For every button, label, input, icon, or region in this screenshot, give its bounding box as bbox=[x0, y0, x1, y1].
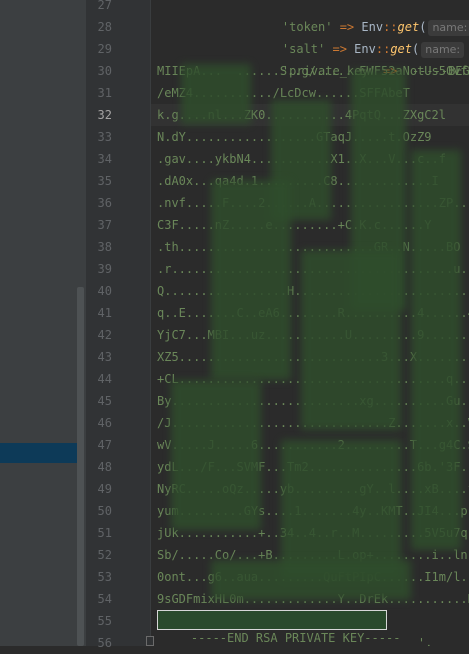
line-number: 35 bbox=[97, 174, 112, 188]
line-number: 55 bbox=[97, 614, 112, 628]
end-key-marker: -----END RSA PRIVATE KEY----- bbox=[157, 610, 400, 645]
line-number: 40 bbox=[97, 284, 112, 298]
line-number: 50 bbox=[97, 504, 112, 518]
redaction-block bbox=[281, 440, 401, 580]
line-number: 45 bbox=[97, 394, 112, 408]
line-number: 47 bbox=[97, 438, 112, 452]
line-number: 27 bbox=[97, 0, 112, 12]
line-number: 46 bbox=[97, 416, 112, 430]
selected-tree-row[interactable] bbox=[0, 443, 84, 463]
code-line-56: ]; bbox=[217, 630, 260, 646]
project-tool-panel bbox=[0, 0, 86, 646]
line-number: 49 bbox=[97, 482, 112, 496]
redaction-block bbox=[211, 560, 411, 600]
redaction-block bbox=[181, 64, 251, 124]
code-line-27: 'token' => Env::get(name: bbox=[253, 0, 469, 36]
line-number: 36 bbox=[97, 196, 112, 210]
redaction-block bbox=[171, 380, 261, 530]
line-number: 32 bbox=[97, 108, 112, 122]
line-number: 41 bbox=[97, 306, 112, 320]
line-number: 53 bbox=[97, 570, 112, 584]
line-number: 34 bbox=[97, 152, 112, 166]
line-number: 48 bbox=[97, 460, 112, 474]
line-number: 51 bbox=[97, 526, 112, 540]
line-number: 30 bbox=[97, 64, 112, 78]
code-line-28: 'salt' => Env::get(name:'D bbox=[253, 16, 469, 58]
line-number: 38 bbox=[97, 240, 112, 254]
line-number: 43 bbox=[97, 350, 112, 364]
line-number-gutter: 27 28 29 30 31 32 33 34 35 36 37 38 39 40 41 42 43 44 45 46… bbox=[86, 0, 150, 650]
line-number: 33 bbox=[97, 130, 112, 144]
line-number: 52 bbox=[97, 548, 112, 562]
line-number: 39 bbox=[97, 262, 112, 276]
string-terminator: ', bbox=[389, 610, 432, 646]
line-number: 37 bbox=[97, 218, 112, 232]
code-line-29: 'private_key' => '-----BEGI bbox=[253, 38, 469, 78]
redaction-block bbox=[301, 250, 401, 430]
line-number: 56 bbox=[97, 636, 112, 650]
line-number: 54 bbox=[97, 592, 112, 606]
string-close: ', bbox=[417, 636, 433, 646]
code-editor[interactable]: 'token' => Env::get(name: 'salt' => Env:… bbox=[151, 0, 469, 646]
panel-scrollbar[interactable] bbox=[77, 287, 84, 646]
redaction-block bbox=[211, 180, 291, 380]
line-number: 28 bbox=[97, 20, 112, 34]
line-number: 29 bbox=[97, 42, 112, 56]
line-number: 31 bbox=[97, 86, 112, 100]
redaction-block bbox=[411, 150, 461, 550]
line-number: 42 bbox=[97, 328, 112, 342]
line-number: 44 bbox=[97, 372, 112, 386]
